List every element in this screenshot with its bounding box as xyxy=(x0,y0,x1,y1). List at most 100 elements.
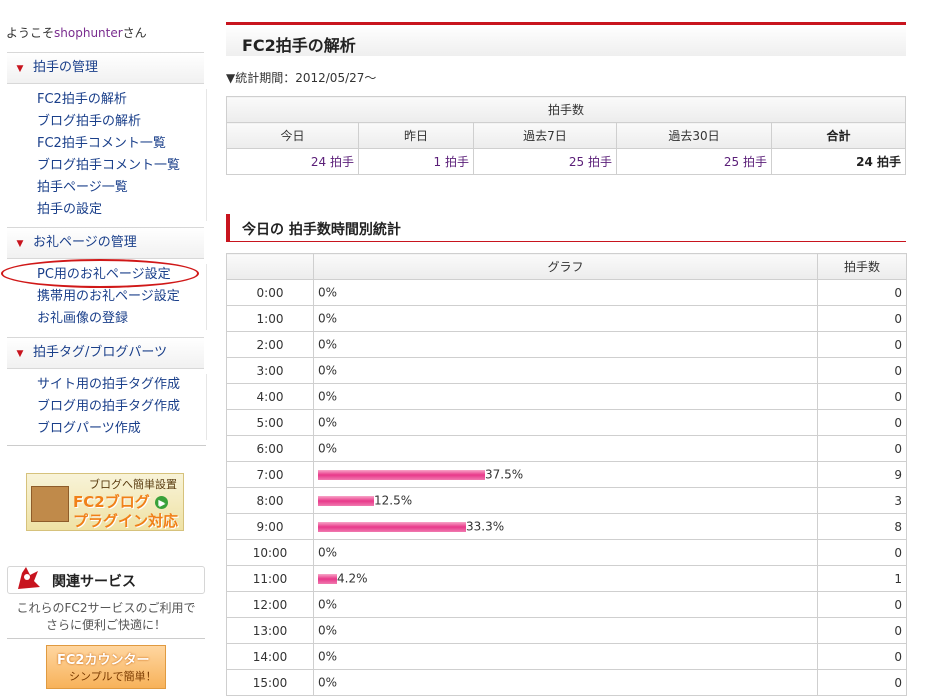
hour-graph-cell: 0% xyxy=(313,669,818,696)
summary-value-yesterday: 1 拍手 xyxy=(358,148,474,175)
hour-count: 1 xyxy=(817,565,907,592)
fc2-blog-plugin-banner[interactable]: ブログへ簡単設置 FC2ブログ ▶ プラグイン対応 xyxy=(26,473,184,531)
welcome-prefix: ようこそ xyxy=(6,26,55,40)
welcome-suffix: さん xyxy=(122,26,147,40)
menu-section-thanks-page[interactable]: ▼ お礼ページの管理 xyxy=(7,227,204,259)
hour-label: 2:00 xyxy=(226,331,314,358)
menu-divider xyxy=(7,445,206,446)
hour-count: 0 xyxy=(817,539,907,566)
hourly-row: 5:00 0% 0 xyxy=(226,409,907,436)
hourly-row: 0:00 0% 0 xyxy=(226,279,907,306)
hour-count: 0 xyxy=(817,279,907,306)
hour-count: 0 xyxy=(817,305,907,332)
hour-percent: 0% xyxy=(318,597,338,612)
hour-percent: 4.2% xyxy=(337,571,368,586)
hour-count: 0 xyxy=(817,669,907,696)
hour-label: 5:00 xyxy=(226,409,314,436)
hourly-row: 11:00 4.2% 1 xyxy=(226,565,907,592)
menu-item-blog-clap-analysis[interactable]: ブログ拍手の解析 xyxy=(7,111,206,133)
hourly-header-count: 拍手数 xyxy=(817,253,907,280)
hour-graph-cell: 0% xyxy=(313,279,818,306)
menu-item-site-clap-tag[interactable]: サイト用の拍手タグ作成 xyxy=(7,374,206,396)
hour-percent: 0% xyxy=(318,285,338,300)
hour-graph-cell: 0% xyxy=(313,435,818,462)
hour-count: 0 xyxy=(817,331,907,358)
hour-percent: 0% xyxy=(318,415,338,430)
page-title: FC2拍手の解析 xyxy=(242,36,356,55)
summary-header-7days: 過去7日 xyxy=(473,122,617,149)
hour-graph-cell: 0% xyxy=(313,591,818,618)
summary-header-today: 今日 xyxy=(226,122,359,149)
hourly-row: 4:00 0% 0 xyxy=(226,383,907,410)
menu-item-clap-settings[interactable]: 拍手の設定 xyxy=(7,199,206,221)
hour-count: 0 xyxy=(817,357,907,384)
menu-section-title: 拍手の管理 xyxy=(33,60,99,75)
summary-value-total: 24 拍手 xyxy=(771,148,906,175)
hour-count: 0 xyxy=(817,435,907,462)
hour-label: 14:00 xyxy=(226,643,314,670)
hour-label: 12:00 xyxy=(226,591,314,618)
sidebar: ようこそshophunterさん ▼ 拍手の管理 FC2拍手の解析 ブログ拍手の解… xyxy=(0,0,212,689)
menu-item-fc2-clap-analysis[interactable]: FC2拍手の解析 xyxy=(7,89,206,111)
hour-percent: 0% xyxy=(318,675,338,690)
hour-count: 0 xyxy=(817,643,907,670)
summary-header-30days: 過去30日 xyxy=(616,122,772,149)
fc2-counter-banner[interactable]: FC2カウンター シンプルで簡単！ xyxy=(46,645,166,689)
play-icon: ▶ xyxy=(154,496,168,509)
hour-percent: 0% xyxy=(318,545,338,560)
hour-percent: 0% xyxy=(318,311,338,326)
hourly-row: 6:00 0% 0 xyxy=(226,435,907,462)
hourly-header-time xyxy=(226,253,314,280)
stats-period: ▼統計期間：2012/05/27〜 xyxy=(226,71,377,85)
menu-section-clap-tags[interactable]: ▼ 拍手タグ/ブログパーツ xyxy=(7,337,204,369)
counter-banner-sub: シンプルで簡単！ xyxy=(69,670,157,683)
summary-value-30days: 25 拍手 xyxy=(616,148,772,175)
hour-percent: 0% xyxy=(318,337,338,352)
hour-graph-cell: 0% xyxy=(313,383,818,410)
hourly-row: 13:00 0% 0 xyxy=(226,617,907,644)
hourly-row: 1:00 0% 0 xyxy=(226,305,907,332)
menu-item-blog-clap-comments[interactable]: ブログ拍手コメント一覧 xyxy=(7,155,206,177)
related-services-description: これらのFC2サービスのご利用で さらに便利ご快適に！ xyxy=(16,601,196,632)
triangle-down-icon: ▼ xyxy=(16,64,24,74)
menu-item-fc2-clap-comments[interactable]: FC2拍手コメント一覧 xyxy=(7,133,206,155)
unicorn-logo-icon xyxy=(18,567,40,589)
hour-percent: 37.5% xyxy=(485,467,524,482)
hour-graph-cell: 0% xyxy=(313,357,818,384)
page-title-bar: FC2拍手の解析 xyxy=(226,22,906,56)
hour-graph-cell: 0% xyxy=(313,617,818,644)
menu-item-mobile-thanks-page[interactable]: 携帯用のお礼ページ設定 xyxy=(7,286,206,308)
hourly-stats-title-bar: 今日の 拍手数時間別統計 xyxy=(226,214,906,242)
menu-item-blog-parts[interactable]: ブログパーツ作成 xyxy=(7,418,206,440)
hour-bar xyxy=(318,573,337,584)
hour-label: 11:00 xyxy=(226,565,314,592)
menu-item-thanks-images[interactable]: お礼画像の登録 xyxy=(7,308,206,330)
box-icon xyxy=(31,486,69,522)
summary-header-yesterday: 昨日 xyxy=(358,122,474,149)
menu-item-blog-clap-tag[interactable]: ブログ用の拍手タグ作成 xyxy=(7,396,206,418)
menu-list-clap-management: FC2拍手の解析 ブログ拍手の解析 FC2拍手コメント一覧 ブログ拍手コメント一… xyxy=(7,89,207,221)
hour-label: 6:00 xyxy=(226,435,314,462)
hourly-row: 7:00 37.5% 9 xyxy=(226,461,907,488)
hour-percent: 0% xyxy=(318,363,338,378)
summary-header-total: 合計 xyxy=(771,122,906,149)
menu-item-pc-thanks-page[interactable]: PC用のお礼ページ設定 xyxy=(7,264,206,286)
related-divider xyxy=(7,638,205,639)
hour-label: 9:00 xyxy=(226,513,314,540)
hour-count: 3 xyxy=(817,487,907,514)
hour-percent: 12.5% xyxy=(374,493,413,508)
hour-label: 10:00 xyxy=(226,539,314,566)
hour-label: 13:00 xyxy=(226,617,314,644)
banner-main-text: FC2ブログ ▶ xyxy=(73,491,168,512)
summary-caption: 拍手数 xyxy=(226,96,906,123)
hour-percent: 0% xyxy=(318,389,338,404)
hourly-row: 12:00 0% 0 xyxy=(226,591,907,618)
hour-label: 15:00 xyxy=(226,669,314,696)
hourly-row: 9:00 33.3% 8 xyxy=(226,513,907,540)
menu-section-clap-management[interactable]: ▼ 拍手の管理 xyxy=(7,52,204,84)
hour-bar xyxy=(318,495,374,506)
hour-percent: 0% xyxy=(318,623,338,638)
hour-count: 0 xyxy=(817,383,907,410)
menu-item-clap-pages[interactable]: 拍手ページ一覧 xyxy=(7,177,206,199)
hourly-row: 10:00 0% 0 xyxy=(226,539,907,566)
